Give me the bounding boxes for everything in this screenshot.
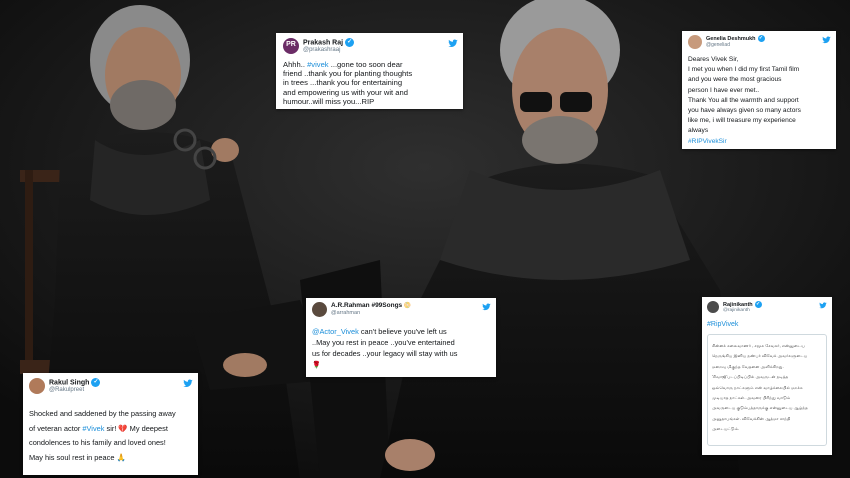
author-name: Prakash Raj <box>303 39 344 47</box>
avatar <box>312 302 327 317</box>
tweet-card-genelia-deshmukh[interactable]: Genelia Deshmukh ✓ @geneliad Deares Vivek… <box>682 31 836 149</box>
tweet-text: Deares Vivek Sir, I met you when I did m… <box>688 55 801 147</box>
verified-icon: ✓ <box>757 35 765 42</box>
verified-icon: ✓ <box>345 38 355 47</box>
twitter-bird-icon <box>183 379 193 387</box>
rose-emoji-icon: 🌹 <box>312 361 321 369</box>
author-handle: @Rakulpreet <box>49 387 85 393</box>
verified-icon: ✓ <box>91 378 101 387</box>
tweet-text: @Actor_Vivek can't believe you've left u… <box>312 326 457 371</box>
hashtag-link[interactable]: #RIPVivekSir <box>688 137 801 147</box>
image-attachment: சின்னக் கலைவாணர் , சமூக சேவகர், என்னுடைய… <box>707 334 827 446</box>
mention-link[interactable]: @Actor_Vivek <box>312 327 359 336</box>
verified-icon: ✓ <box>754 301 762 308</box>
hashtag-link[interactable]: #Vivek <box>82 424 104 433</box>
author-name: A.R.Rahman #99Songs <box>331 302 403 309</box>
twitter-bird-icon <box>819 302 827 309</box>
author-handle: @prakashraaj <box>303 47 341 53</box>
tweet-card-ar-rahman[interactable]: A.R.Rahman #99Songs 📀 @arrahman @Actor_V… <box>306 298 496 377</box>
tweet-card-rakul-singh[interactable]: Rakul Singh ✓ @Rakulpreet Shocked and sad… <box>23 373 198 475</box>
avatar <box>29 378 45 394</box>
avatar: PR <box>283 38 299 54</box>
tweet-card-prakash-raj[interactable]: PR Prakash Raj ✓ @prakashraaj Ahhh.. #viv… <box>276 33 463 109</box>
tamil-statement: சின்னக் கலைவாணர் , சமூக சேவகர், என்னுடைய… <box>712 343 808 432</box>
author-handle: @arrahman <box>331 310 361 316</box>
hashtag-link[interactable]: #vivek <box>307 60 329 69</box>
twitter-bird-icon <box>822 36 831 44</box>
author-handle: @geneliad <box>706 42 730 48</box>
cd-emoji-icon: 📀 <box>402 303 412 309</box>
hashtag-link[interactable]: #RipVivek <box>707 321 738 328</box>
twitter-bird-icon <box>448 39 458 47</box>
tweet-text: Shocked and saddened by the passing away… <box>29 409 176 462</box>
tweet-card-rajinikanth[interactable]: Rajinikanth ✓ @rajinikanth #RipVivek சின்… <box>702 297 832 455</box>
twitter-bird-icon <box>482 303 491 311</box>
avatar <box>688 35 702 49</box>
author-name: Rakul Singh <box>49 379 90 387</box>
avatar <box>707 301 719 313</box>
author-handle: @rajinikanth <box>723 308 750 313</box>
tweet-text: Ahhh.. #vivek ...gone too soon dear frie… <box>283 60 413 106</box>
